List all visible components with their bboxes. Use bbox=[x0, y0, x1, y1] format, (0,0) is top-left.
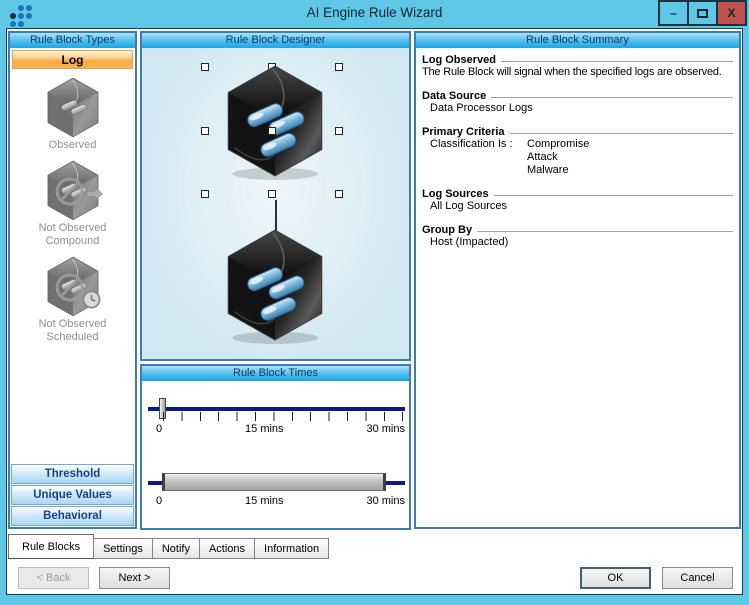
criteria-field-label: Classification Is : bbox=[430, 138, 527, 151]
rule-block-times-header: Rule Block Times bbox=[142, 366, 409, 381]
tab-settings[interactable]: Settings bbox=[93, 538, 153, 559]
criteria-value: Compromise bbox=[527, 138, 589, 151]
tab-rule-blocks[interactable]: Rule Blocks bbox=[8, 534, 94, 559]
slider1-label-15: 15 mins bbox=[245, 423, 284, 435]
slider1-label-0: 0 bbox=[156, 423, 162, 435]
rule-type-threshold-button[interactable]: Threshold bbox=[11, 464, 134, 484]
rule-type-behavioral-button[interactable]: Behavioral bbox=[11, 506, 134, 526]
rule-type-not-observed-scheduled-label: Not Observed Scheduled bbox=[18, 318, 128, 344]
ai-engine-rule-wizard-window: AI Engine Rule Wizard – X Rule Block Typ… bbox=[0, 0, 749, 605]
back-button[interactable]: < Back bbox=[18, 567, 89, 589]
ok-button[interactable]: OK bbox=[580, 567, 651, 589]
next-button[interactable]: Next > bbox=[99, 567, 170, 589]
not-observed-compound-cube-icon[interactable] bbox=[40, 160, 106, 222]
summary-section-title: Log Sources bbox=[422, 188, 733, 200]
client-area: Rule Block Types Log Observed Not Observ… bbox=[6, 28, 743, 595]
rule-type-log-button[interactable]: Log bbox=[12, 50, 133, 69]
rule-block-designer-panel: Rule Block Designer bbox=[140, 31, 411, 361]
time-range-bar[interactable] bbox=[162, 473, 386, 491]
selection-handle[interactable] bbox=[268, 127, 276, 135]
selection-handle[interactable] bbox=[201, 190, 209, 198]
tab-information[interactable]: Information bbox=[254, 538, 329, 559]
close-button[interactable]: X bbox=[716, 0, 747, 26]
block-connector-line bbox=[275, 200, 277, 231]
selection-handle[interactable] bbox=[335, 63, 343, 71]
slider1-label-30: 30 mins bbox=[366, 423, 405, 435]
minimize-button[interactable]: – bbox=[658, 0, 689, 26]
rule-type-observed-label: Observed bbox=[18, 139, 128, 152]
criteria-value: Attack bbox=[422, 151, 733, 164]
rule-block-designer-header: Rule Block Designer bbox=[142, 33, 409, 48]
rule-type-not-observed-compound-label: Not Observed Compound bbox=[18, 222, 128, 248]
log-rule-block-cube-selected[interactable] bbox=[214, 64, 336, 180]
observed-cube-icon[interactable] bbox=[40, 77, 106, 139]
summary-section-title: Primary Criteria bbox=[422, 126, 733, 138]
rule-block-times-panel: Rule Block Times 0 15 mins 30 mins 0 15 … bbox=[140, 364, 411, 530]
slider2-label-15: 15 mins bbox=[245, 495, 284, 507]
selection-handle[interactable] bbox=[335, 190, 343, 198]
summary-primary-criteria-row: Classification Is : Compromise bbox=[422, 138, 733, 151]
rule-block-types-header: Rule Block Types bbox=[10, 33, 135, 48]
slider2-label-30: 30 mins bbox=[366, 495, 405, 507]
selection-handle[interactable] bbox=[201, 127, 209, 135]
summary-section-title: Group By bbox=[422, 224, 733, 236]
log-rule-block-cube[interactable] bbox=[214, 228, 336, 344]
window-title: AI Engine Rule Wizard bbox=[0, 0, 749, 28]
selection-handle[interactable] bbox=[335, 127, 343, 135]
designer-canvas[interactable] bbox=[142, 48, 409, 359]
rule-block-summary-header: Rule Block Summary bbox=[416, 33, 739, 48]
selection-handle[interactable] bbox=[201, 63, 209, 71]
titlebar: AI Engine Rule Wizard – X bbox=[0, 0, 749, 28]
selection-handle[interactable] bbox=[268, 190, 276, 198]
summary-group-by-value: Host (Impacted) bbox=[422, 236, 733, 249]
cancel-button[interactable]: Cancel bbox=[662, 567, 733, 589]
summary-log-observed-description: The Rule Block will signal when the spec… bbox=[422, 66, 733, 79]
summary-data-source-value: Data Processor Logs bbox=[422, 102, 733, 115]
time-slider-track[interactable] bbox=[148, 407, 405, 411]
time-slider-ticks bbox=[163, 412, 403, 421]
rule-block-types-panel: Rule Block Types Log Observed Not Observ… bbox=[8, 31, 137, 529]
slider2-label-0: 0 bbox=[156, 495, 162, 507]
summary-section-title: Data Source bbox=[422, 90, 733, 102]
maximize-button[interactable] bbox=[687, 0, 718, 26]
rule-type-unique-values-button[interactable]: Unique Values bbox=[11, 485, 134, 505]
summary-log-sources-value: All Log Sources bbox=[422, 200, 733, 213]
wizard-tabbar: Rule Blocks Settings Notify Actions Info… bbox=[8, 533, 329, 559]
not-observed-scheduled-cube-icon[interactable] bbox=[40, 256, 106, 318]
rule-block-summary-panel: Rule Block Summary Log Observed The Rule… bbox=[414, 31, 741, 529]
tab-actions[interactable]: Actions bbox=[199, 538, 255, 559]
tab-notify[interactable]: Notify bbox=[152, 538, 200, 559]
summary-section-title: Log Observed bbox=[422, 54, 733, 66]
maximize-icon bbox=[697, 9, 708, 18]
criteria-value: Malware bbox=[422, 164, 733, 177]
